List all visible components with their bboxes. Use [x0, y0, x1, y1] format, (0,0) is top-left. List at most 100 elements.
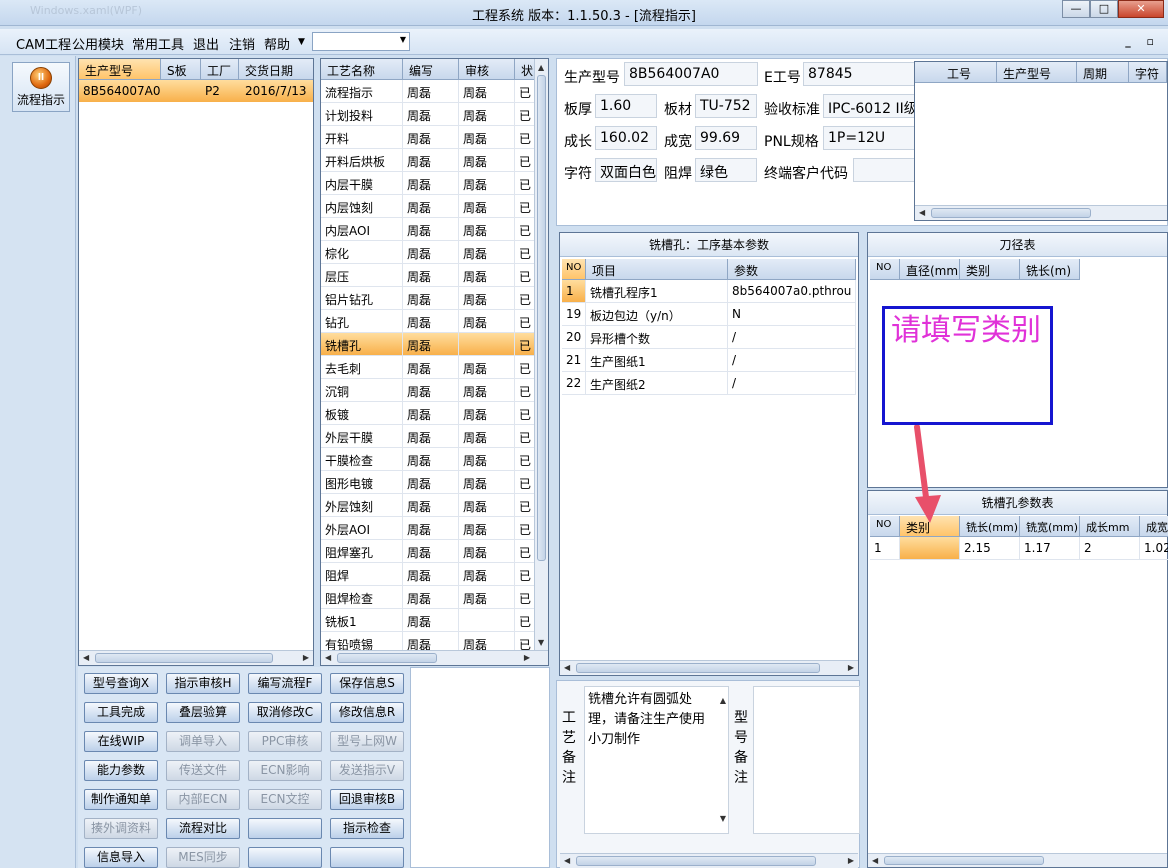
action-button[interactable]: 叠层验算 [166, 702, 240, 723]
scroll-left-icon[interactable]: ◀ [83, 653, 89, 662]
action-button[interactable]: 发送指示V [330, 760, 404, 781]
action-button[interactable]: ECN影响 [248, 760, 322, 781]
col-header-tool-no[interactable]: NO [870, 259, 900, 280]
process-name-cell[interactable]: 阻焊 [321, 563, 403, 586]
action-button[interactable]: 回退审核B [330, 789, 404, 810]
param-grid-hscroll[interactable]: ◀ ▶ [560, 660, 858, 675]
customer-code-field[interactable] [853, 158, 917, 182]
action-button[interactable]: 内部ECN [166, 789, 240, 810]
process-name-cell[interactable]: 钻孔 [321, 310, 403, 333]
scroll-right-icon[interactable]: ▶ [848, 663, 854, 672]
process-name-cell[interactable]: 图形电镀 [321, 471, 403, 494]
scroll-thumb[interactable] [337, 653, 437, 663]
process-name-cell[interactable]: 板镀 [321, 402, 403, 425]
process-name-cell[interactable]: 铣槽孔 [321, 333, 403, 356]
process-name-cell[interactable]: 阻焊检查 [321, 586, 403, 609]
process-name-cell[interactable]: 铣板1 [321, 609, 403, 632]
action-button[interactable] [330, 847, 404, 868]
maximize-button[interactable]: □ [1090, 0, 1118, 18]
col-header-author[interactable]: 编写 [403, 59, 459, 80]
col-header-reviewer[interactable]: 审核 [459, 59, 515, 80]
menu-logout[interactable]: 注销 [229, 34, 255, 53]
material-field[interactable]: TU-752 [695, 94, 757, 118]
param-value-cell[interactable]: 8b564007a0.pthrou [728, 280, 856, 303]
character-field[interactable]: 双面白色 [595, 158, 657, 182]
col-header-mill-length[interactable]: 铣长(m) [1020, 259, 1080, 280]
param-value-cell[interactable]: / [728, 349, 856, 372]
scroll-right-icon[interactable]: ▶ [303, 653, 309, 662]
menu-combo[interactable]: ▼ [312, 32, 410, 51]
param-value-cell[interactable]: / [728, 326, 856, 349]
menu-cam[interactable]: CAM工程 [16, 34, 71, 53]
action-button[interactable]: MES同步 [166, 847, 240, 868]
menu-help[interactable]: 帮助 [264, 34, 290, 53]
scroll-up-icon[interactable]: ▲ [720, 691, 726, 711]
process-name-cell[interactable]: 层压 [321, 264, 403, 287]
process-note-field[interactable]: 铣槽允许有圆弧处理，请备注生产使用小刀制作 ▲ ▼ [584, 686, 729, 834]
action-button[interactable]: 制作通知单 [84, 789, 158, 810]
scroll-down-icon[interactable]: ▼ [720, 809, 726, 829]
action-button[interactable]: 传送文件 [166, 760, 240, 781]
action-button[interactable]: 取消修改C [248, 702, 322, 723]
process-name-cell[interactable]: 外层干膜 [321, 425, 403, 448]
param-value-cell[interactable]: / [728, 372, 856, 395]
action-button[interactable] [248, 847, 322, 868]
process-name-cell[interactable]: 干膜检查 [321, 448, 403, 471]
model-grid-hscroll[interactable]: ◀ ▶ [79, 650, 313, 665]
process-name-cell[interactable]: 流程指示 [321, 80, 403, 103]
process-grid-hscroll[interactable]: ◀ ▶ [321, 650, 548, 665]
scroll-down-icon[interactable]: ▼ [538, 638, 544, 647]
thickness-field[interactable]: 1.60 [595, 94, 657, 118]
nav-process-instruction[interactable]: ll 流程指示 [12, 62, 70, 112]
col-header-char[interactable]: 字符 [1129, 62, 1167, 83]
process-name-cell[interactable]: 去毛刺 [321, 356, 403, 379]
model-field[interactable]: 8B564007A0 [624, 62, 758, 86]
col-header-factory[interactable]: 工厂 [201, 59, 239, 80]
col-header-due-date[interactable]: 交货日期 [239, 59, 313, 80]
process-name-cell[interactable]: 内层蚀刻 [321, 195, 403, 218]
close-button[interactable]: ✕ [1118, 0, 1164, 18]
slot-grid-hscroll[interactable]: ◀ [868, 853, 1167, 867]
action-button[interactable]: PPC审核 [248, 731, 322, 752]
scroll-thumb[interactable] [95, 653, 273, 663]
action-button[interactable]: 揍外调资料 [84, 818, 158, 839]
scroll-thumb[interactable] [931, 208, 1091, 218]
action-button[interactable]: 型号查询X [84, 673, 158, 694]
scroll-right-icon[interactable]: ▶ [848, 856, 854, 865]
col-header-job-model[interactable]: 生产型号 [997, 62, 1077, 83]
process-name-cell[interactable]: 内层干膜 [321, 172, 403, 195]
process-name-cell[interactable]: 沉铜 [321, 379, 403, 402]
action-button[interactable]: 指示检查 [330, 818, 404, 839]
soldermask-field[interactable]: 绿色 [695, 158, 757, 182]
action-button[interactable]: 调单导入 [166, 731, 240, 752]
scroll-thumb[interactable] [537, 75, 546, 561]
action-button[interactable]: 流程对比 [166, 818, 240, 839]
col-header-param[interactable]: 参数 [728, 259, 856, 280]
menu-overflow-icon[interactable]: ▼ [298, 37, 305, 47]
scroll-up-icon[interactable]: ▲ [538, 63, 544, 72]
action-button[interactable]: ECN文控 [248, 789, 322, 810]
param-value-cell[interactable]: N [728, 303, 856, 326]
process-name-cell[interactable]: 开料 [321, 126, 403, 149]
process-name-cell[interactable]: 外层蚀刻 [321, 494, 403, 517]
process-name-cell[interactable]: 内层AOI [321, 218, 403, 241]
pnl-field[interactable]: 1P=12U [823, 126, 917, 150]
scroll-thumb[interactable] [884, 856, 1044, 865]
width-field[interactable]: 99.69 [695, 126, 757, 150]
scroll-right-icon[interactable]: ▶ [524, 653, 530, 662]
col-header-no[interactable]: NO [562, 259, 586, 280]
col-header-diameter[interactable]: 直径(mm) [900, 259, 960, 280]
scroll-left-icon[interactable]: ◀ [325, 653, 331, 662]
process-grid-vscroll[interactable]: ▲ ▼ [534, 59, 548, 651]
col-header-slot-no[interactable]: NO [870, 516, 900, 537]
process-name-cell[interactable]: 计划投料 [321, 103, 403, 126]
model-note-field[interactable] [753, 686, 860, 834]
col-header-period[interactable]: 周期 [1077, 62, 1129, 83]
minimize-button[interactable]: — [1062, 0, 1090, 18]
action-button[interactable]: 信息导入 [84, 847, 158, 868]
col-header-slot-length[interactable]: 铣长(mm) [960, 516, 1020, 537]
scroll-left-icon[interactable]: ◀ [919, 208, 925, 217]
action-button[interactable]: 在线WIP [84, 731, 158, 752]
action-button[interactable] [248, 818, 322, 839]
col-header-slot-width[interactable]: 铣宽(mm) [1020, 516, 1080, 537]
